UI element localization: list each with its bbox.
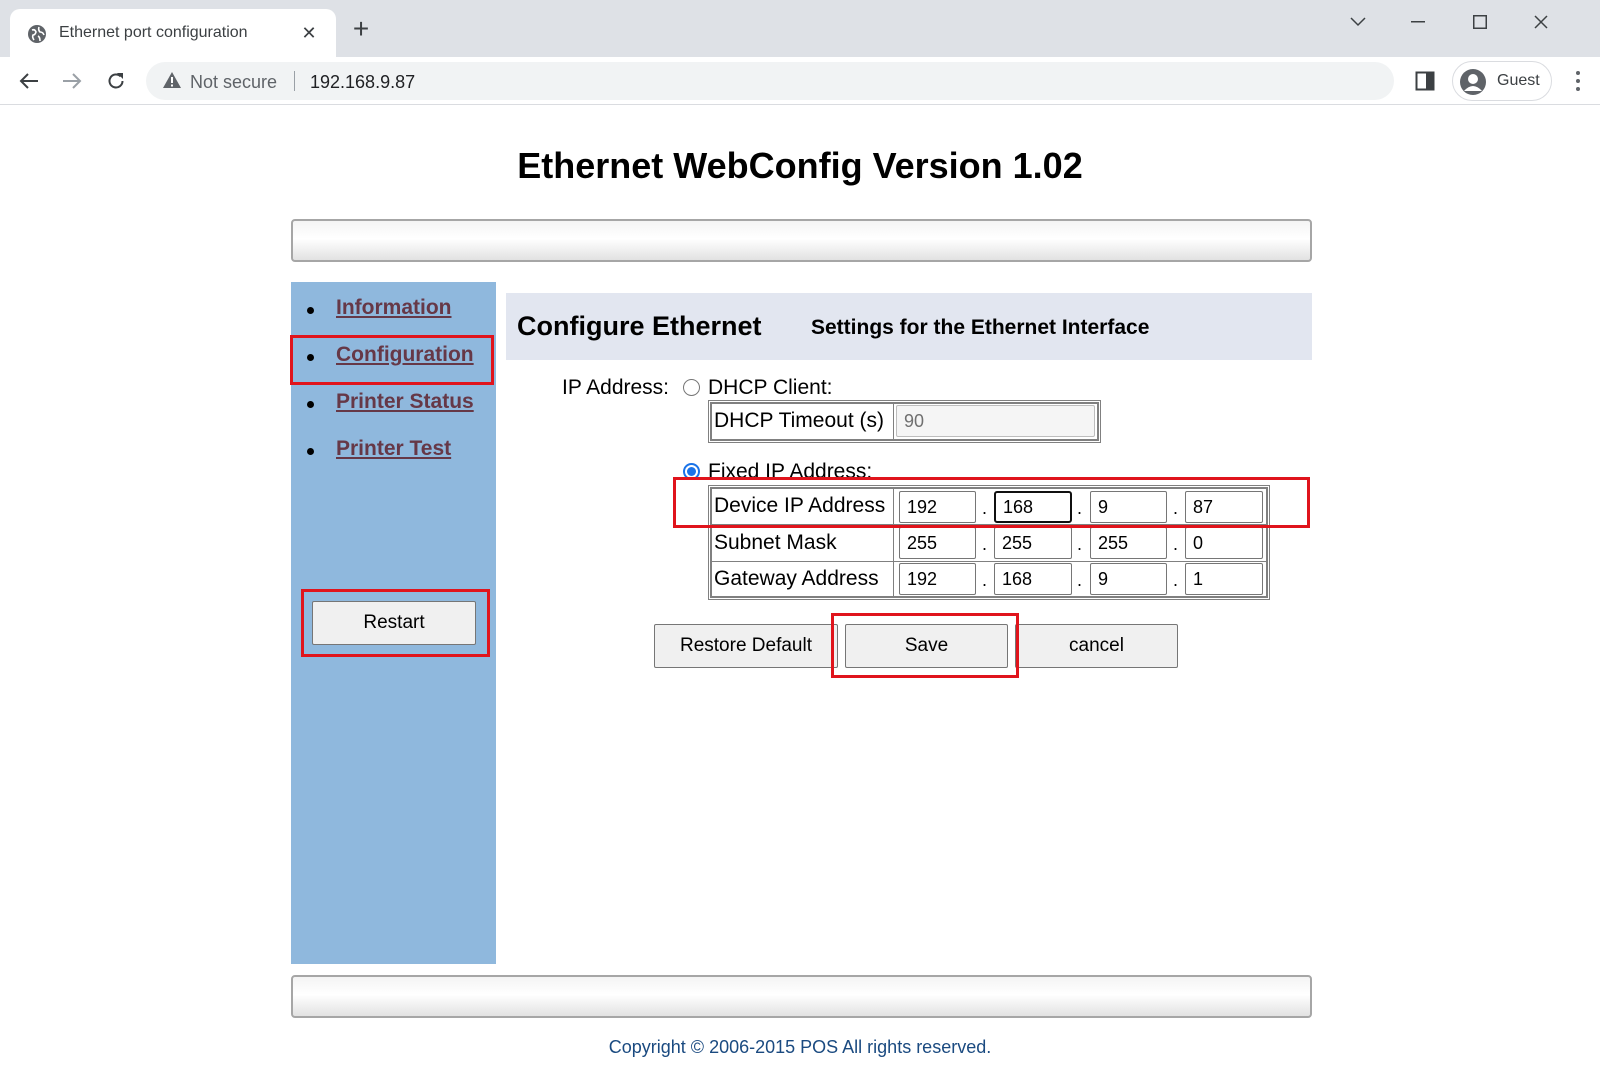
bullet-icon — [307, 401, 314, 408]
ip-address-label: IP Address: — [562, 376, 670, 399]
save-button[interactable]: Save — [845, 624, 1008, 668]
subnet-octet-1[interactable] — [899, 527, 976, 559]
back-icon[interactable] — [14, 66, 44, 96]
octet-separator: . — [1173, 498, 1179, 518]
tab-title: Ethernet port configuration — [59, 24, 248, 41]
restart-button[interactable]: Restart — [312, 601, 476, 645]
maximize-icon[interactable] — [1463, 8, 1497, 36]
sidebar-item-information[interactable]: Information — [291, 290, 496, 330]
address-bar[interactable]: Not secure 192.168.9.87 — [146, 62, 1394, 100]
dhcp-radio[interactable] — [683, 379, 700, 396]
minimize-icon[interactable] — [1401, 8, 1435, 36]
octet-separator: . — [1077, 570, 1083, 590]
gateway-octet-2[interactable] — [994, 563, 1072, 595]
fixed-ip-label: Fixed IP Address: — [708, 460, 873, 483]
url-text[interactable]: 192.168.9.87 — [310, 72, 415, 93]
dhcp-timeout-input[interactable] — [896, 405, 1095, 437]
nav-link-configuration[interactable]: Configuration — [336, 343, 474, 367]
bullet-icon — [307, 448, 314, 455]
bullet-icon — [307, 354, 314, 361]
section-title: Configure Ethernet — [517, 311, 762, 341]
gateway-octet-4[interactable] — [1185, 563, 1263, 595]
nav-link-information[interactable]: Information — [336, 296, 452, 320]
bullet-icon — [307, 307, 314, 314]
row-divider — [712, 561, 1266, 562]
cancel-button[interactable]: cancel — [1015, 624, 1178, 668]
device-ip-label: Device IP Address — [714, 494, 886, 517]
security-status[interactable]: Not secure — [190, 72, 277, 93]
browser-toolbar: Not secure 192.168.9.87 Guest — [0, 57, 1600, 105]
close-tab-icon[interactable]: ✕ — [298, 22, 320, 44]
profile-label: Guest — [1497, 72, 1540, 89]
dhcp-client-label: DHCP Client: — [708, 376, 833, 399]
restore-default-button[interactable]: Restore Default — [654, 624, 838, 668]
dhcp-timeout-label: DHCP Timeout (s) — [714, 409, 884, 432]
sidebar-item-printer-status[interactable]: Printer Status — [291, 384, 496, 424]
device-ip-octet-1[interactable] — [899, 491, 976, 523]
nav-link-printer-test[interactable]: Printer Test — [336, 437, 451, 461]
menu-icon[interactable] — [1568, 69, 1588, 93]
browser-tabstrip: Ethernet port configuration ✕ + — [0, 0, 1600, 57]
copyright-text: Copyright © 2006-2015 POS All rights res… — [608, 1037, 992, 1057]
close-window-icon[interactable] — [1524, 8, 1558, 36]
sidebar-item-configuration[interactable]: Configuration — [291, 337, 496, 377]
device-ip-octet-2[interactable] — [994, 491, 1072, 523]
new-tab-icon[interactable]: + — [347, 15, 375, 43]
octet-separator: . — [1077, 534, 1083, 554]
content-header: Configure Ethernet Settings for the Ethe… — [506, 293, 1312, 360]
subnet-octet-3[interactable] — [1090, 527, 1167, 559]
octet-separator: . — [1173, 534, 1179, 554]
octet-separator: . — [982, 534, 988, 554]
page-title: Ethernet WebConfig Version 1.02 — [517, 145, 1083, 186]
subnet-octet-4[interactable] — [1185, 527, 1263, 559]
omnibox-separator — [294, 71, 295, 91]
octet-separator: . — [1077, 498, 1083, 518]
octet-separator: . — [982, 570, 988, 590]
subnet-mask-label: Subnet Mask — [714, 531, 837, 554]
avatar-icon — [1460, 69, 1486, 95]
device-ip-octet-4[interactable] — [1185, 491, 1263, 523]
fixed-ip-radio[interactable] — [683, 463, 700, 480]
gateway-octet-3[interactable] — [1090, 563, 1167, 595]
octet-separator: . — [1173, 570, 1179, 590]
section-subtitle: Settings for the Ethernet Interface — [811, 316, 1150, 339]
cell-divider — [893, 404, 894, 439]
nav-link-printer-status[interactable]: Printer Status — [336, 390, 474, 414]
forward-icon[interactable] — [57, 66, 87, 96]
tab-search-icon[interactable] — [1341, 8, 1375, 36]
gateway-address-label: Gateway Address — [714, 567, 879, 590]
footer-bar — [291, 975, 1312, 1018]
header-bar — [291, 219, 1312, 262]
reload-icon[interactable] — [101, 66, 131, 96]
subnet-octet-2[interactable] — [994, 527, 1072, 559]
octet-separator: . — [982, 498, 988, 518]
warning-icon[interactable] — [162, 71, 182, 89]
globe-icon — [28, 25, 46, 43]
side-panel-icon[interactable] — [1412, 68, 1438, 94]
profile-button[interactable]: Guest — [1452, 61, 1552, 101]
sidebar-item-printer-test[interactable]: Printer Test — [291, 431, 496, 471]
browser-tab[interactable]: Ethernet port configuration ✕ — [10, 9, 336, 57]
cell-divider — [893, 489, 894, 596]
gateway-octet-1[interactable] — [899, 563, 976, 595]
sidebar: Information Configuration Printer Status… — [291, 282, 496, 964]
device-ip-octet-3[interactable] — [1090, 491, 1167, 523]
row-divider — [712, 524, 1266, 525]
